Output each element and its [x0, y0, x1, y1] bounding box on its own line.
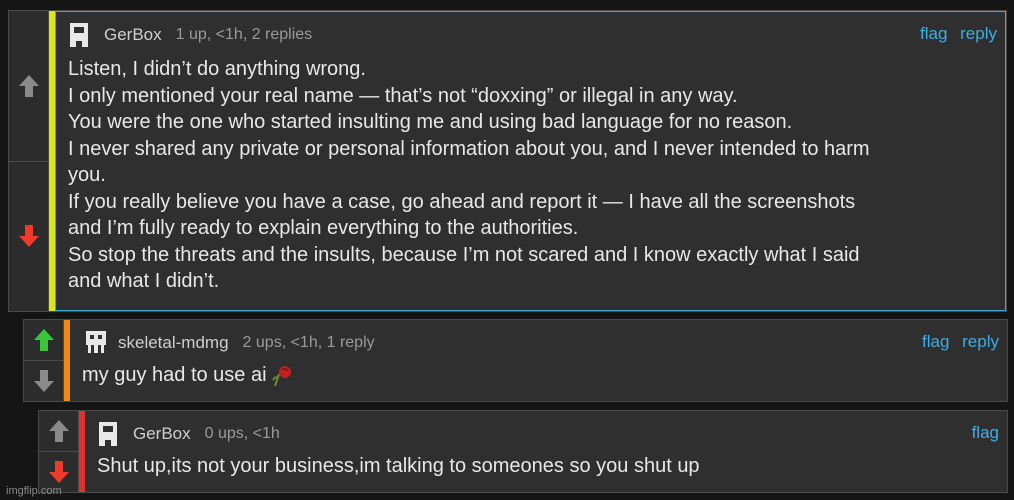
comment-meta: 0 ups, <1h [204, 425, 280, 442]
username[interactable]: skeletal-mdmg [118, 333, 229, 353]
vote-column [39, 411, 79, 492]
down-arrow-icon [18, 225, 39, 248]
vote-column [24, 320, 64, 401]
comment-body: skeletal-mdmg 2 ups, <1h, 1 reply flag r… [70, 320, 1007, 401]
comment-meta: 1 up, <1h, 2 replies [175, 26, 313, 43]
comment-actions: flag reply [914, 332, 999, 352]
avatar-icon[interactable] [82, 329, 110, 357]
flag-link[interactable]: flag [920, 24, 947, 43]
comment: skeletal-mdmg 2 ups, <1h, 1 reply flag r… [23, 319, 1008, 402]
upvote-button[interactable] [24, 320, 63, 360]
reply-link[interactable]: reply [962, 332, 999, 351]
username[interactable]: GerBox [133, 424, 191, 444]
comment-actions: flag reply [912, 24, 997, 44]
vote-column [9, 11, 49, 311]
comment-text: my guy had to use ai [82, 362, 995, 389]
comment-line: I never shared any private or personal i… [68, 137, 870, 160]
username[interactable]: GerBox [104, 25, 162, 45]
comment-text: Listen, I didn’t do anything wrong. I on… [68, 56, 993, 295]
comment-body: GerBox 0 ups, <1h flag Shut up,its not y… [85, 411, 1007, 492]
reply-link[interactable]: reply [960, 24, 997, 43]
up-arrow-icon [48, 420, 69, 442]
up-arrow-icon [33, 329, 54, 351]
avatar-icon[interactable] [97, 420, 125, 448]
comment-meta: 2 ups, <1h, 1 reply [242, 334, 375, 351]
upvote-button[interactable] [9, 11, 48, 161]
comment-line: If you really believe you have a case, g… [68, 190, 856, 213]
comment-line: and I’m fully ready to explain everythin… [68, 217, 579, 239]
comment-line: I only mentioned your real name — that’s… [68, 84, 738, 107]
watermark: imgflip.com [6, 485, 62, 497]
comment-text: Shut up,its not your business,im talking… [97, 453, 995, 480]
avatar-icon[interactable] [68, 21, 96, 49]
comment-line: my guy had to use ai [82, 362, 995, 389]
comment-actions: flag [964, 423, 999, 443]
comment-header: GerBox 1 up, <1h, 2 replies [68, 20, 993, 50]
upvote-button[interactable] [39, 411, 78, 451]
flag-link[interactable]: flag [922, 332, 949, 351]
comment: GerBox 0 ups, <1h flag Shut up,its not y… [38, 410, 1008, 493]
comment-line: you. [68, 164, 106, 186]
comment-line: Shut up,its not your business,im talking… [97, 455, 700, 477]
downvote-button[interactable] [24, 360, 63, 401]
comment-header: skeletal-mdmg 2 ups, <1h, 1 reply [82, 328, 995, 358]
comment-line: So stop the threats and the insults, bec… [68, 243, 860, 266]
comment-header: GerBox 0 ups, <1h [97, 419, 995, 449]
comment-line: and what I didn’t. [68, 270, 220, 292]
down-arrow-icon [48, 461, 69, 483]
comment-line-text: my guy had to use ai [82, 364, 267, 386]
flag-link[interactable]: flag [972, 423, 999, 442]
comment-line: You were the one who started insulting m… [68, 111, 793, 133]
comment-body: GerBox 1 up, <1h, 2 replies flag reply L… [55, 11, 1006, 311]
up-arrow-icon [18, 74, 39, 97]
rose-emoji-icon [271, 365, 291, 387]
comment-line: Listen, I didn’t do anything wrong. [68, 58, 366, 80]
downvote-button[interactable] [9, 160, 48, 312]
comment: GerBox 1 up, <1h, 2 replies flag reply L… [8, 10, 1007, 312]
down-arrow-icon [33, 370, 54, 392]
